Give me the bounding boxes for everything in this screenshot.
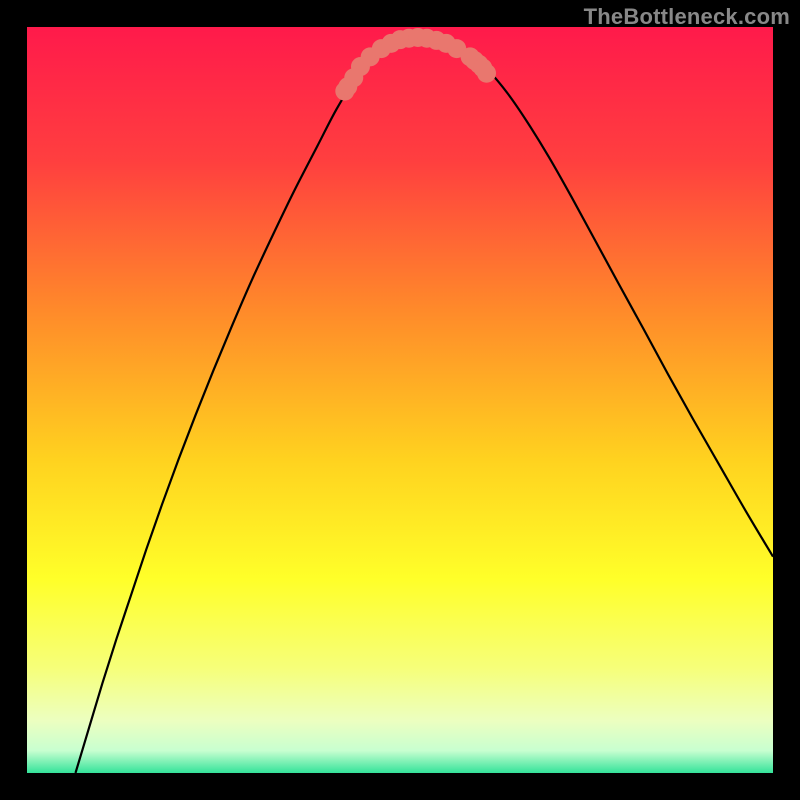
curve-marker [344, 68, 363, 87]
gradient-background [27, 27, 773, 773]
chart-plot-area [27, 27, 773, 773]
chart-svg [27, 27, 773, 773]
chart-frame: TheBottleneck.com [0, 0, 800, 800]
curve-marker [477, 64, 496, 83]
watermark-text: TheBottleneck.com [584, 4, 790, 30]
